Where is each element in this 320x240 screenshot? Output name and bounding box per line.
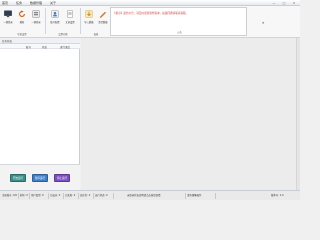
status-user-type: 用户类型: 0 xyxy=(30,193,49,199)
group-label-nav: 导航设置 xyxy=(17,33,27,36)
pencil-icon xyxy=(99,11,107,18)
vertical-scrollbar[interactable] xyxy=(296,38,300,190)
document-icon xyxy=(67,10,73,18)
expand-chevron-icon[interactable]: » xyxy=(262,20,264,25)
toolbar-group-settings: 账号配置 文章设置 设置功能 xyxy=(47,7,79,36)
status-bar: 当前账号: 0/0 剩余: 0 用户类型: 0 已成功: 0 已失败: 0 总任… xyxy=(0,190,300,200)
toolbar-divider xyxy=(80,8,81,34)
menu-data[interactable]: 数据管理 xyxy=(30,1,42,5)
login-icon xyxy=(32,10,40,18)
toolbar-button-refresh[interactable]: 刷新 xyxy=(15,7,29,27)
notice-label: 公告 xyxy=(177,31,182,34)
status-current-account: 当前账号: 0/0 xyxy=(1,193,19,199)
notice-panel: 【提示】最新公告：请及时更新软件版本，如遇问题请联系客服。 公告 xyxy=(110,7,247,36)
column-header-row: 账号 状态 进行进度 xyxy=(0,44,80,49)
menu-home[interactable]: 首页 xyxy=(2,1,8,5)
monitor-icon xyxy=(4,10,12,18)
notice-text: 【提示】最新公告：请及时更新软件版本，如遇问题请联系客服。 xyxy=(113,12,189,15)
status-warning: 请勿频繁操作 xyxy=(186,193,216,199)
toolbar-group-panel: 导入数据 清空数据 面板 xyxy=(82,7,110,36)
start-button[interactable]: 开始运行 xyxy=(10,174,26,182)
toolbar-button-login-2[interactable]: 一键登录 xyxy=(29,7,43,27)
status-total: 总任务: 0 xyxy=(79,193,94,199)
group-label-settings: 设置功能 xyxy=(58,33,68,36)
toolbar-divider xyxy=(45,8,46,34)
menu-task[interactable]: 任务 xyxy=(16,1,22,5)
task-panel: 任务状态 账号 状态 进行进度 开始运行 暂停运行 停止运行 xyxy=(0,38,80,190)
column-status[interactable]: 状态 xyxy=(42,45,47,49)
section-title: 任务状态 xyxy=(2,40,13,43)
toolbar-button-clear[interactable]: 清空数据 xyxy=(96,7,110,27)
status-running: 运行状态: 0 xyxy=(94,193,114,199)
status-failed: 已失败: 0 xyxy=(64,193,79,199)
status-remaining: 剩余: 0 xyxy=(19,193,30,199)
toolbar-button-article-settings[interactable]: 文章设置 xyxy=(63,7,77,27)
import-icon xyxy=(85,10,93,18)
status-version: 版本号: 1.0 xyxy=(271,194,284,197)
column-account[interactable]: 账号 xyxy=(26,45,31,49)
refresh-icon xyxy=(19,10,25,17)
group-label-panel: 面板 xyxy=(93,33,99,36)
toolbar-button-account-config[interactable]: 账号配置 xyxy=(48,7,62,27)
toolbar: 一键登录 刷新 一键登录 导航设置 账号配置 文章设置 设置功能 导入数据 清空… xyxy=(0,6,300,38)
toolbar-button-login-1[interactable]: 一键登录 xyxy=(1,7,15,27)
stop-button[interactable]: 停止运行 xyxy=(54,174,70,182)
status-success: 已成功: 0 xyxy=(49,193,64,199)
status-hint: 未登录状态说明请点击按钮查看 xyxy=(126,193,186,199)
task-controls: 开始运行 暂停运行 停止运行 xyxy=(0,164,80,190)
column-progress[interactable]: 进行进度 xyxy=(60,45,70,49)
user-settings-icon xyxy=(51,10,59,18)
main-content xyxy=(81,38,300,190)
menu-about[interactable]: 关于 xyxy=(50,1,56,5)
toolbar-group-nav: 一键登录 刷新 一键登录 导航设置 xyxy=(0,7,44,36)
pause-button[interactable]: 暂停运行 xyxy=(32,174,48,182)
toolbar-button-import[interactable]: 导入数据 xyxy=(82,7,96,27)
